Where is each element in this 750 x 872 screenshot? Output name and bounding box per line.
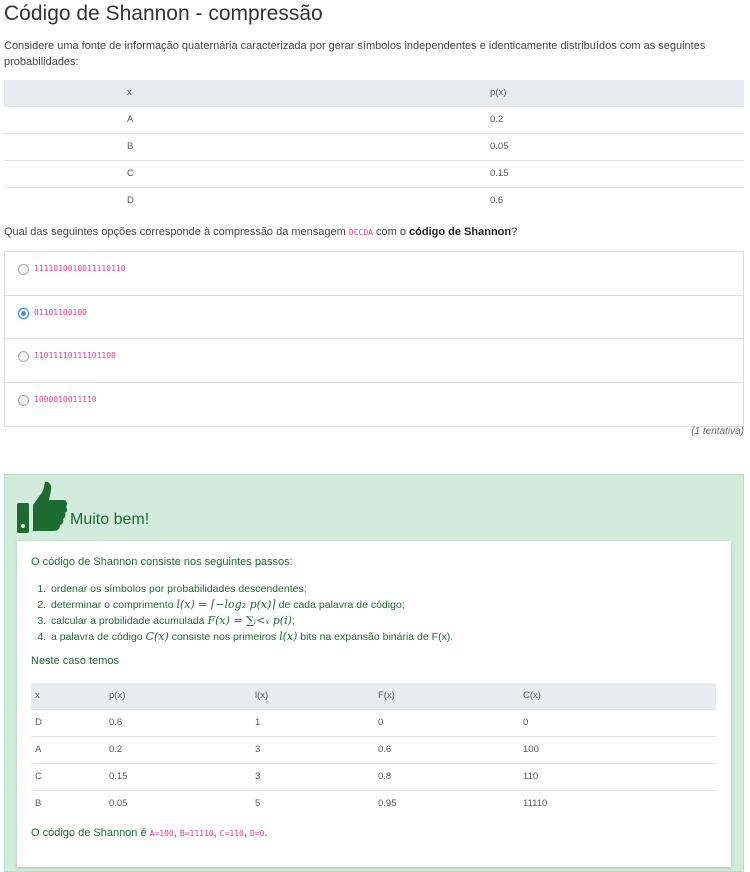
cell: 110 <box>519 763 716 791</box>
step-item: calcular a probilidade acumulada F(x) = … <box>49 613 453 629</box>
cell: 5 <box>255 798 261 810</box>
cell: 0.95 <box>378 798 397 810</box>
cell: 0.8 <box>374 763 519 791</box>
cell: 0.15 <box>105 763 251 791</box>
code-b: B=11110 <box>179 829 214 838</box>
cell-symbol: A <box>4 106 460 134</box>
table-header-row: x p(x) <box>4 80 744 107</box>
option-code: 1000010011110 <box>34 394 97 404</box>
step-item: ordenar os símbolos por probabilidades d… <box>49 581 453 597</box>
table-row: B 0.05 <box>4 133 744 161</box>
cell-probability: 0.05 <box>460 133 744 161</box>
cell: 0 <box>519 709 716 737</box>
explanation-panel: O código de Shannon consiste nos seguint… <box>17 541 731 867</box>
answer-option-1[interactable]: 1111010010011110110 <box>5 252 743 296</box>
option-code: 01101100100 <box>34 307 87 317</box>
cell: 3 <box>251 736 374 764</box>
intro-text: Considere uma fonte de informação quater… <box>4 40 706 68</box>
steps-list: ordenar os símbolos por probabilidades d… <box>49 581 453 645</box>
step-item: a palavra de código C(x) consiste nos pr… <box>49 629 453 645</box>
attempts-count: (1 tentativa) <box>691 426 744 437</box>
cell: 0.6 <box>105 709 251 737</box>
question-suffix: ? <box>511 226 518 238</box>
option-code: 11011110111101100 <box>34 351 116 360</box>
shannon-table: x p(x) l(x) F(x) C(x) D 0.6 1 0 0 A 0.2 <box>31 683 716 817</box>
cell-probability: 0.2 <box>460 106 744 134</box>
case-label: Neste caso temos <box>31 655 120 667</box>
column-header-x: x <box>31 683 105 710</box>
thumbs-up-icon <box>17 481 67 533</box>
question-prefix: Qual das seguintes opções corresponde à … <box>4 226 349 238</box>
cell: 11110 <box>523 798 548 810</box>
answer-options: 1111010010011110110 01101100100 11011110… <box>4 251 744 427</box>
cell-symbol: D <box>127 195 134 207</box>
table-header-row: x p(x) l(x) F(x) C(x) <box>31 683 716 710</box>
column-header-cx: C(x) <box>519 683 716 710</box>
cell: C <box>31 763 105 791</box>
table-row: A 0.2 3 0.6 100 <box>31 736 716 764</box>
feedback-title: Muito bem! <box>70 511 150 528</box>
answer-option-2[interactable]: 01101100100 <box>5 296 743 339</box>
cell: 100 <box>519 736 716 764</box>
feedback-box: Muito bem! O código de Shannon consiste … <box>4 474 744 872</box>
column-header-x: x <box>4 80 460 107</box>
step-item: determinar o comprimento l(x) = ⌈−log₂ p… <box>49 597 453 613</box>
cell: 3 <box>251 763 374 791</box>
question-bold: código de Shannon <box>409 226 512 238</box>
table-row: C 0.15 <box>4 160 744 188</box>
final-prefix: O código de Shannon é <box>31 827 150 839</box>
cell: A <box>31 736 105 764</box>
table-row: C 0.15 3 0.8 110 <box>31 763 716 791</box>
code-c: C=110 <box>219 829 244 838</box>
column-header-px: p(x) <box>105 683 251 710</box>
code-a: A=100 <box>149 829 174 838</box>
table-row: D 0.6 <box>4 187 744 214</box>
probability-table: x p(x) A 0.2 B 0.05 C 0.15 D 0.6 <box>4 80 744 214</box>
cell: 0 <box>374 709 519 737</box>
column-header-px: p(x) <box>460 80 744 107</box>
cell-symbol: C <box>4 160 460 188</box>
cell: 0.6 <box>374 736 519 764</box>
cell: B <box>35 798 42 810</box>
answer-option-3[interactable]: 11011110111101100 <box>5 339 743 383</box>
radio-button-selected[interactable] <box>18 307 29 319</box>
final-answer: O código de Shannon é A=100, B=11110, C=… <box>31 827 268 839</box>
cell-symbol: B <box>4 133 460 161</box>
cell: 0.05 <box>109 798 128 810</box>
option-code: 1111010010011110110 <box>34 264 126 273</box>
table-row: A 0.2 <box>4 106 744 134</box>
code-d: D=0 <box>249 829 265 838</box>
answer-option-4[interactable]: 1000010011110 <box>5 383 743 427</box>
cell: D <box>31 709 105 737</box>
table-row: D 0.6 1 0 0 <box>31 709 716 737</box>
page-title: Código de Shannon - compressão <box>4 2 323 25</box>
question-text: Qual das seguintes opções corresponde à … <box>4 226 517 238</box>
explanation-lead: O código de Shannon consiste nos seguint… <box>31 556 293 568</box>
column-header-lx: l(x) <box>251 683 374 710</box>
cell: 0.2 <box>105 736 251 764</box>
cell: 1 <box>251 709 374 737</box>
cell-probability: 0.15 <box>460 160 744 188</box>
radio-button[interactable] <box>18 264 29 275</box>
question-middle: com o <box>372 226 410 238</box>
column-header-fx: F(x) <box>374 683 519 710</box>
radio-button[interactable] <box>18 351 29 362</box>
radio-button[interactable] <box>18 394 29 406</box>
table-row: B 0.05 5 0.95 11110 <box>31 790 716 817</box>
cell-probability: 0.6 <box>490 195 504 207</box>
question-message: DCCDA <box>348 228 373 237</box>
